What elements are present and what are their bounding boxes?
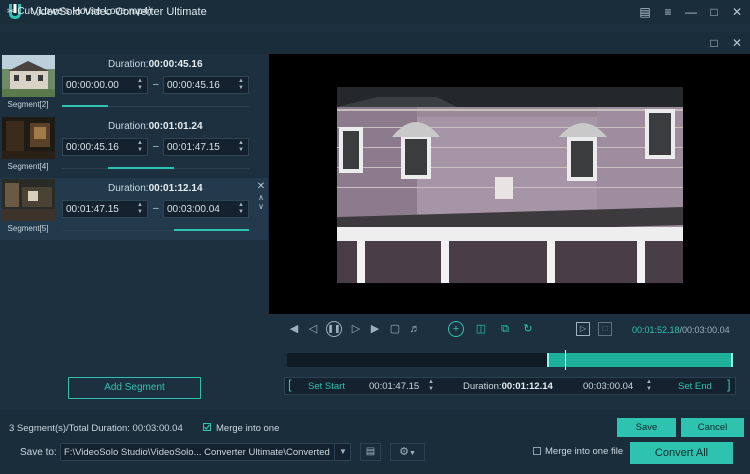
segment-label: Segment[2] (7, 100, 49, 109)
set-end-button[interactable]: Set End (678, 381, 712, 392)
scissors-icon: ✂ (7, 6, 15, 16)
segment-label: Segment[4] (7, 162, 49, 171)
segment-thumbnail (2, 179, 55, 221)
cut-maximize-icon[interactable]: □ (706, 35, 722, 51)
stop-selection-icon[interactable]: □ (598, 322, 612, 336)
merge-label: Merge into one (216, 423, 280, 434)
end-bracket-icon: ] (727, 377, 731, 392)
segment-duration: Duration:00:01:01.24 (108, 121, 203, 132)
reset-icon[interactable]: ↻ (521, 322, 535, 336)
stepper-icon[interactable]: ▲ ▼ (136, 202, 144, 216)
step-forward-icon[interactable]: ▷ (349, 322, 363, 336)
merge-file-checkbox[interactable] (533, 447, 541, 455)
segment-start-field[interactable]: 00:00:45.16 ▲ ▼ (62, 138, 148, 156)
convert-all-button[interactable]: Convert All (630, 442, 733, 464)
segment-range-fill (174, 229, 249, 231)
step-back-icon[interactable]: ◁ (306, 322, 320, 336)
segment-range-fill (62, 105, 108, 107)
set-start-button[interactable]: Set Start (308, 381, 345, 392)
segment-end-field[interactable]: 00:00:45.16 ▲ ▼ (163, 76, 249, 94)
cut-close-icon[interactable]: ✕ (729, 35, 745, 51)
folder-icon[interactable]: ▤ (360, 443, 381, 461)
stepper-icon[interactable]: ▲ ▼ (427, 379, 435, 393)
segment-thumbnail (2, 117, 55, 159)
segment-end-field[interactable]: 00:01:47.15 ▲ ▼ (163, 138, 249, 156)
segment-thumbnail (2, 55, 55, 97)
merge-file-label: Merge into one file (545, 446, 624, 457)
menu-icon[interactable]: ≡ (660, 4, 676, 20)
add-segment-button[interactable]: Add Segment (68, 377, 201, 399)
segment-item[interactable]: Segment[4] Duration:00:01:01.24 00:00:45… (0, 116, 268, 178)
playhead[interactable] (565, 350, 566, 370)
maximize-icon[interactable]: □ (706, 4, 722, 20)
copy-segment-icon[interactable]: ◫ (474, 322, 488, 336)
duplicate-icon[interactable]: ⧉ (498, 322, 512, 336)
timeline-selection[interactable] (547, 353, 733, 367)
segment-range-fill (108, 167, 174, 169)
save-to-label: Save to: (20, 447, 57, 458)
trim-start-field[interactable]: 00:01:47.15 (369, 381, 419, 392)
cut-window-header (0, 32, 750, 54)
cut-window-title: ✂ Cut (Lowe's House Love.mp4) (7, 6, 152, 17)
segment-label: Segment[5] (7, 224, 49, 233)
segment-list: Segment[2] Duration:00:00:45.16 00:00:00… (0, 54, 268, 242)
start-bracket-icon: [ (288, 377, 292, 392)
chevron-down-icon[interactable]: ▼ (334, 443, 351, 461)
time-display: 00:01:52.18/00:03:00.04 (632, 325, 730, 335)
stepper-icon[interactable]: ▲ ▼ (136, 78, 144, 92)
trim-duration: Duration:00:01:12.14 (463, 381, 553, 392)
segment-end-field[interactable]: 00:03:00.04 ▲ ▼ (163, 200, 249, 218)
stepper-icon[interactable]: ▲ ▼ (136, 140, 144, 154)
segment-item-selected[interactable]: Segment[5] Duration:00:01:12.14 00:01:47… (0, 178, 268, 240)
trim-end-field[interactable]: 00:03:00.04 (583, 381, 633, 392)
add-segment-icon[interactable]: + (448, 321, 464, 337)
skip-start-icon[interactable]: ◀ (287, 322, 301, 336)
move-down-icon[interactable]: ∨ (255, 202, 267, 212)
save-button[interactable]: Save (617, 418, 676, 437)
segment-start-field[interactable]: 00:01:47.15 ▲ ▼ (62, 200, 148, 218)
video-frame (337, 87, 683, 283)
pause-icon[interactable]: ❚❚ (326, 321, 342, 337)
play-selection-icon[interactable]: ▷ (576, 322, 590, 336)
gear-icon[interactable]: ⚙▼ (390, 443, 425, 461)
save-path-text: F:\VideoSolo Studio\VideoSolo... Convert… (64, 447, 330, 458)
stepper-icon[interactable]: ▲ ▼ (237, 140, 245, 154)
total-duration: 3 Segment(s)/Total Duration: 00:03:00.04 (9, 423, 183, 434)
merge-checkbox[interactable] (203, 423, 211, 431)
volume-icon[interactable]: ♬ (408, 322, 422, 336)
stepper-icon[interactable]: ▲ ▼ (237, 78, 245, 92)
delete-segment-icon[interactable]: ✕ (255, 182, 267, 192)
segment-duration: Duration:00:01:12.14 (108, 183, 203, 194)
skip-end-icon[interactable]: ▶ (368, 322, 382, 336)
cancel-button[interactable]: Cancel (681, 418, 744, 437)
segment-item[interactable]: Segment[2] Duration:00:00:45.16 00:00:00… (0, 54, 268, 116)
minimize-icon[interactable]: — (683, 4, 699, 20)
close-icon[interactable]: ✕ (729, 4, 745, 20)
stop-icon[interactable]: ▢ (388, 322, 402, 336)
segment-duration: Duration:00:00:45.16 (108, 59, 203, 70)
feedback-icon[interactable]: ▤ (637, 4, 653, 20)
stepper-icon[interactable]: ▲ ▼ (237, 202, 245, 216)
stepper-icon[interactable]: ▲ ▼ (645, 379, 653, 393)
segment-start-field[interactable]: 00:00:00.00 ▲ ▼ (62, 76, 148, 94)
